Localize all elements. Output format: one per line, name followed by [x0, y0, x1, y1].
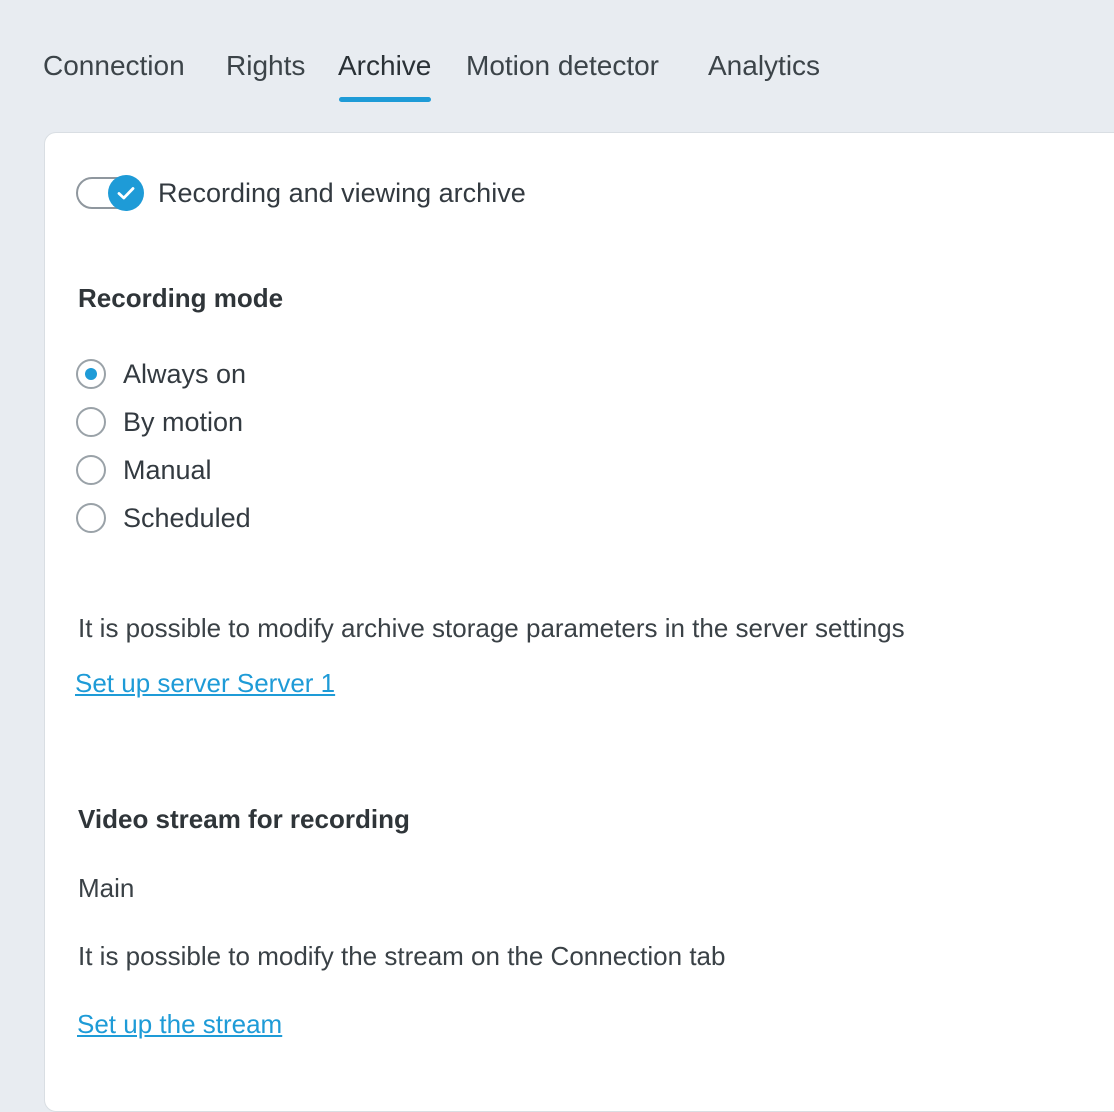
storage-parameters-note: It is possible to modify archive storage… [78, 613, 905, 643]
recording-mode-heading: Recording mode [78, 283, 284, 313]
tab-analytics[interactable]: Analytics [708, 46, 820, 86]
radio-label: By motion [123, 407, 244, 437]
setup-stream-link[interactable]: Set up the stream [77, 1009, 282, 1040]
check-icon [117, 187, 135, 200]
radio-selected-dot [85, 368, 97, 380]
radio-button[interactable] [76, 407, 106, 437]
video-stream-note: It is possible to modify the stream on t… [78, 941, 726, 971]
tab-bar: Connection Rights Archive Motion detecto… [0, 0, 1114, 132]
tab-archive[interactable]: Archive [338, 46, 431, 86]
recording-archive-label: Recording and viewing archive [158, 178, 526, 208]
video-stream-heading: Video stream for recording [78, 804, 410, 834]
radio-button[interactable] [76, 359, 106, 389]
radio-label: Scheduled [123, 503, 251, 533]
radio-button[interactable] [76, 455, 106, 485]
radio-label: Manual [123, 455, 212, 485]
setup-server-link[interactable]: Set up server Server 1 [75, 668, 335, 699]
recording-archive-toggle[interactable] [76, 175, 144, 211]
radio-button[interactable] [76, 503, 106, 533]
video-stream-value: Main [78, 873, 135, 903]
tab-connection[interactable]: Connection [43, 46, 185, 86]
active-tab-indicator [339, 97, 431, 102]
tab-motion-detector[interactable]: Motion detector [466, 46, 659, 86]
radio-label: Always on [123, 359, 247, 389]
toggle-knob [108, 175, 144, 211]
tab-rights[interactable]: Rights [226, 46, 305, 86]
